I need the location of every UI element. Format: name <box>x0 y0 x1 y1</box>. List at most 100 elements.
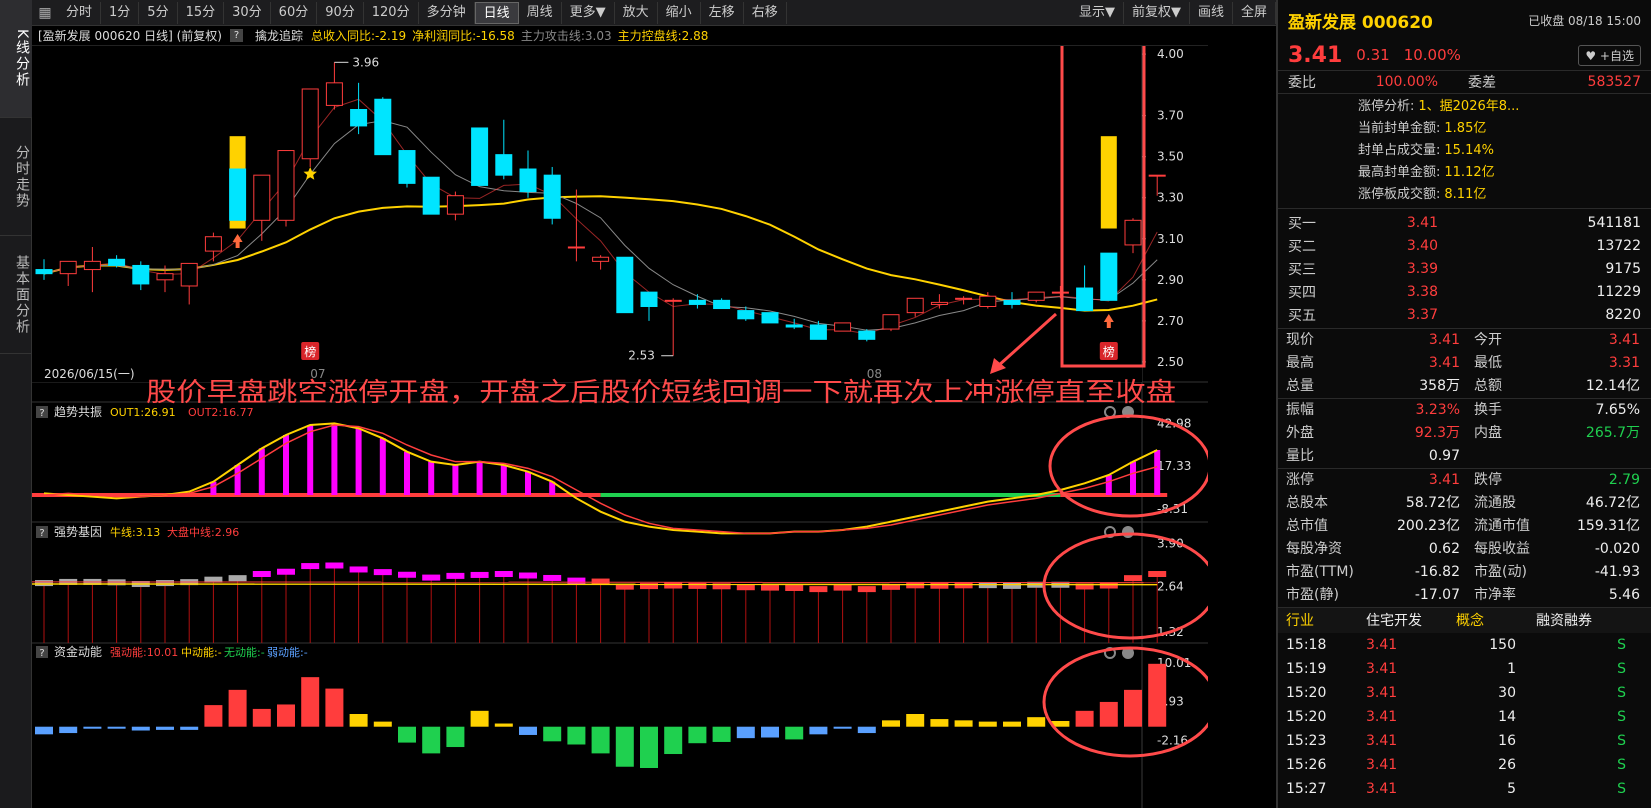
quote-tab[interactable]: 住宅开发 <box>1366 608 1456 634</box>
period-tab[interactable]: 多分钟 <box>419 1 475 24</box>
candle <box>398 150 416 188</box>
trade-cell: 15:26 <box>1286 757 1327 773</box>
candle <box>495 119 513 180</box>
trade-cell: 3.41 <box>1366 709 1398 725</box>
price-tick-label: 2.90 <box>1157 273 1184 287</box>
grid-icon[interactable]: ▦ <box>32 5 58 21</box>
out2-line <box>43 424 1158 535</box>
stat-cell: 0.97 <box>1428 448 1460 464</box>
period-tab[interactable]: 90分 <box>317 1 364 24</box>
stats-fundamental: 涨停 3.41 跌停 2.79 总股本 58.72亿 流通股 46.72亿 总市值 200.23亿… <box>1278 468 1651 607</box>
stat-cell: 58.72亿 <box>1405 495 1460 511</box>
indicator-values: 总收入同比:-2.19 净利润同比:-16.58 主力攻击线:3.03 主力控盘线:2… <box>311 27 708 44</box>
trade-cell: S <box>1617 637 1626 653</box>
candle <box>664 298 682 356</box>
gene-block <box>664 582 683 589</box>
toolbar-action[interactable]: 缩小 <box>658 1 701 24</box>
stat-cell: -41.93 <box>1594 564 1640 580</box>
candle-body <box>229 168 247 221</box>
toolbar-right-item[interactable]: 显示▼ <box>1071 1 1124 24</box>
date-label: 2026/06/15(一) <box>44 367 135 381</box>
stat-cell: 3.31 <box>1608 355 1640 371</box>
period-tab[interactable]: 分时 <box>58 1 102 24</box>
candle-body <box>446 195 464 215</box>
candle <box>882 314 900 332</box>
period-tab[interactable]: 周线 <box>519 1 562 24</box>
gene-block <box>277 568 295 575</box>
energy-bar <box>373 721 392 727</box>
energy-bar <box>180 726 199 730</box>
limit-up-row: 当前封单金额: 1.85亿 <box>1278 118 1651 140</box>
nav-item-0[interactable]: K线分析 <box>0 0 32 118</box>
limit-up-row: 最高封单金额: 11.12亿 <box>1278 162 1651 184</box>
period-tab[interactable]: 15分 <box>178 1 225 24</box>
stat-cell: 市净率 <box>1474 587 1516 603</box>
stat-cell: 跌停 <box>1474 472 1502 488</box>
energy-bar <box>882 720 900 727</box>
trade-cell: S <box>1617 781 1626 797</box>
zoom-actions: 放大 缩小 左移 右移 <box>615 1 787 24</box>
period-tab[interactable]: 1分 <box>101 1 140 24</box>
annotation-caption: 股价早盘跳空涨停开盘，开盘之后股价短线回调一下就再次上冲涨停直至收盘 <box>146 378 1176 408</box>
candle-body <box>1148 174 1166 177</box>
panel2-header: ? <box>36 526 48 539</box>
price-row: 3.41 0.31 10.00% ♥ +自选 <box>1278 40 1651 70</box>
rank-badge-label: 榜 <box>1103 344 1115 359</box>
trade-row: 15:27 3.41 5 S <box>1278 777 1651 801</box>
gene-block <box>156 580 174 587</box>
bull-line <box>32 583 1158 586</box>
trend-bar <box>1105 475 1112 495</box>
quote-tab[interactable]: 融资融券 <box>1536 608 1646 634</box>
period-tab[interactable]: 日线 <box>474 1 519 24</box>
candle <box>616 256 634 314</box>
panel-value: 中动能:- <box>181 645 222 659</box>
energy-bar <box>736 726 755 739</box>
quote-tab[interactable]: 概念 <box>1456 608 1536 634</box>
period-tab[interactable]: 60分 <box>271 1 318 24</box>
toolbar-right-item[interactable]: 前复权▼ <box>1124 1 1190 24</box>
toolbar-right-item[interactable]: 全屏 <box>1233 1 1276 24</box>
panel-value: 强动能:10.01 <box>110 645 178 659</box>
trade-cell: 15:23 <box>1286 733 1327 749</box>
toolbar-right: 显示▼ 前复权▼ 画线 全屏 <box>1071 1 1276 24</box>
period-tab[interactable]: 30分 <box>224 1 271 24</box>
period-tab[interactable]: 5分 <box>139 1 178 24</box>
toolbar-right-item[interactable]: 画线 <box>1190 1 1233 24</box>
add-favorite-button[interactable]: ♥ +自选 <box>1578 44 1641 66</box>
candle <box>277 150 295 227</box>
limit-up-row: 涨停板成交额: 8.11亿 <box>1278 184 1651 206</box>
candle-body <box>543 174 561 219</box>
gene-block <box>398 571 416 578</box>
candle <box>930 294 948 309</box>
quote-tab[interactable]: 行业 <box>1286 608 1366 634</box>
energy-bar <box>640 726 658 768</box>
bid-price: 3.37 <box>1406 306 1438 323</box>
toolbar-action[interactable]: 右移 <box>744 1 787 24</box>
bid-row: 买四 3.38 11229 <box>1278 280 1651 303</box>
indicator-value: 净利润同比:-16.58 <box>412 29 515 43</box>
weicha-label: 委差 <box>1468 75 1496 91</box>
toolbar-action[interactable]: 放大 <box>615 1 658 24</box>
energy-bar <box>543 726 562 742</box>
gene-block <box>1148 571 1167 578</box>
candle-body <box>567 246 585 249</box>
toolbar-action[interactable]: 左移 <box>701 1 744 24</box>
kline-chart[interactable]: 4.00 3.70 3.50 3.30 3.10 2.90 2.70 2.50 3.96 2.53… <box>32 46 1208 808</box>
stat-cell: 最低 <box>1474 355 1502 371</box>
limit-up-label: 当前封单金额: <box>1358 121 1441 136</box>
help-icon[interactable]: ? <box>229 29 243 42</box>
period-tab[interactable]: 120分 <box>364 1 419 24</box>
period-tab[interactable]: 更多▼ <box>562 1 615 24</box>
candle <box>519 150 537 198</box>
stat-cell: 振幅 <box>1286 402 1314 418</box>
candle-body <box>785 324 803 328</box>
candle <box>132 261 150 291</box>
candle <box>422 176 440 215</box>
nav-item-1[interactable]: 分时走势 <box>0 118 32 236</box>
stat-cell: 3.23% <box>1415 402 1460 418</box>
gene-block <box>809 586 828 593</box>
nav-item-2[interactable]: 基本面分析 <box>0 236 32 354</box>
candle <box>906 297 924 317</box>
energy-bar <box>954 720 973 727</box>
weibi-label: 委比 <box>1288 75 1316 91</box>
